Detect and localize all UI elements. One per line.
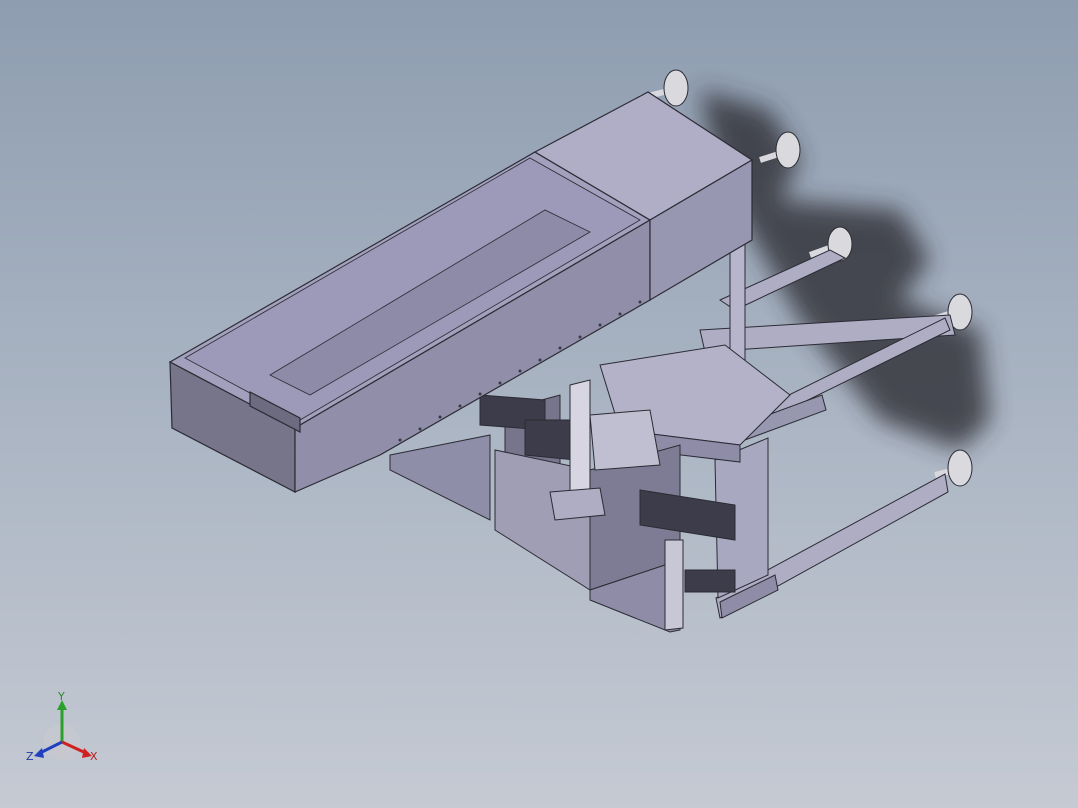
triad-x-label: X (90, 750, 98, 763)
3d-model-view[interactable] (0, 0, 1078, 808)
foot-disc-1 (663, 69, 689, 107)
foot-disc-2 (775, 131, 801, 169)
triad-z-label: Z (26, 750, 34, 763)
triad-y-label: Y (58, 690, 65, 703)
coordinate-triad: Y X Z (22, 690, 112, 780)
triad-axes-icon (34, 700, 92, 760)
cad-viewport[interactable]: Y X Z (0, 0, 1078, 808)
foot-disc-5 (947, 449, 973, 487)
